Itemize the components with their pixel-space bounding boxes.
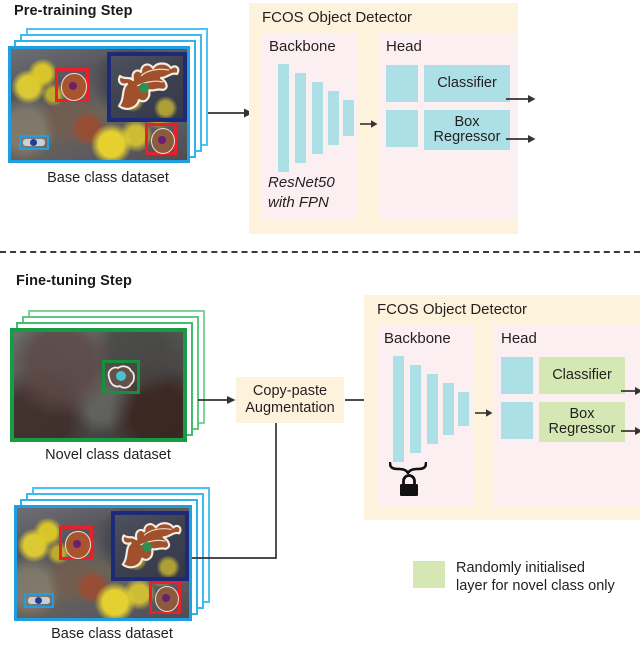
box-regressor-line2: Regressor <box>548 421 616 437</box>
keypoint-dot <box>116 371 126 381</box>
annotation-box-green <box>102 360 140 394</box>
backbone-layer-bar <box>295 73 306 163</box>
legend-line2: layer for novel class only <box>456 577 615 594</box>
backbone-layer-bar <box>312 82 323 154</box>
head-subpanel-finetuning: Head Classifier Box Regressor <box>494 326 640 506</box>
box-regressor-line2: Regressor <box>433 129 501 145</box>
head-label-finetuning: Head <box>501 330 537 347</box>
annotation-box-red <box>149 581 181 614</box>
fcos-detector-panel-finetuning: FCOS Object Detector Backbone Head Class… <box>364 295 640 520</box>
annotation-box-red <box>59 526 93 560</box>
backbone-layer-bar <box>458 392 469 426</box>
annotation-box-red <box>145 123 177 155</box>
head-subpanel-pretraining: Head Classifier Box Regressor <box>379 34 518 220</box>
annotation-box-navy <box>107 52 187 122</box>
box-regressor-box-pretraining: Box Regressor <box>424 110 510 150</box>
arrow-classifier-output-pretraining <box>506 95 536 103</box>
classifier-box-pretraining: Classifier <box>424 65 510 102</box>
arrow-box-regressor-output-pretraining <box>506 135 536 143</box>
backbone-layer-bar <box>427 374 438 444</box>
lock-icon <box>400 474 418 496</box>
base-class-photo <box>8 46 190 163</box>
annotation-box-cyan <box>24 593 54 608</box>
head-conv-block <box>386 110 418 147</box>
legend-line1: Randomly initialised <box>456 560 585 576</box>
fcos-detector-title-finetuning: FCOS Object Detector <box>377 301 528 318</box>
augmentation-line1: Copy-paste <box>252 383 328 400</box>
head-conv-block <box>386 65 418 102</box>
backbone-label-pretraining: Backbone <box>269 38 336 55</box>
fcos-detector-panel-pretraining: FCOS Object Detector Backbone ResNet50 w… <box>249 3 518 234</box>
novel-class-dataset-stack <box>10 310 206 442</box>
backbone-layer-bar <box>343 100 354 136</box>
box-regressor-line1: Box <box>569 406 595 423</box>
keypoint-dot <box>139 83 149 93</box>
keypoint-dot <box>162 594 170 602</box>
keypoint-dot <box>158 136 166 144</box>
backbone-layer-bar <box>393 356 404 462</box>
annotation-box-navy <box>111 511 189 581</box>
base-class-dataset-caption-finetuning: Base class dataset <box>51 626 173 642</box>
frozen-brace <box>389 462 427 474</box>
finetuning-step-title: Fine-tuning Step <box>16 273 132 289</box>
backbone-label-finetuning: Backbone <box>384 330 451 347</box>
arrow-backbone-to-head-pretraining <box>360 120 378 128</box>
head-label-pretraining: Head <box>386 38 422 55</box>
pretraining-step-title: Pre-training Step <box>14 3 133 19</box>
novel-class-dataset-caption: Novel class dataset <box>45 447 171 463</box>
augmentation-line2: Augmentation <box>245 400 335 416</box>
backbone-subpanel-pretraining: Backbone ResNet50 with FPN <box>262 34 358 220</box>
keypoint-dot <box>69 82 77 90</box>
keypoint-dot <box>30 139 37 146</box>
base-class-dataset-stack-pretraining <box>8 28 208 163</box>
box-regressor-line1: Box <box>454 114 480 131</box>
annotation-box-cyan <box>19 135 49 150</box>
backbone-subpanel-finetuning: Backbone <box>377 326 473 506</box>
box-regressor-box-finetuning: Box Regressor <box>539 402 625 442</box>
backbone-layer-bar <box>278 64 289 172</box>
section-divider <box>0 251 640 253</box>
novel-class-photo <box>10 328 187 442</box>
fcos-detector-title-pretraining: FCOS Object Detector <box>262 9 413 26</box>
annotation-box-red <box>55 68 89 102</box>
arrow-dataset-to-detector-pretraining <box>208 108 253 118</box>
backbone-note-line2-pretraining: with FPN <box>268 194 329 211</box>
classifier-box-finetuning: Classifier <box>539 357 625 394</box>
legend-swatch-novel-layer <box>413 561 445 588</box>
arrow-novel-to-augmentation <box>198 396 236 404</box>
base-class-dataset-caption-pretraining: Base class dataset <box>47 170 169 186</box>
backbone-note-line1-pretraining: ResNet50 <box>268 174 335 191</box>
backbone-layer-bar <box>443 383 454 435</box>
arrow-box-regressor-output-finetuning <box>621 427 640 435</box>
arrow-backbone-to-head-finetuning <box>475 409 493 417</box>
legend-text: Randomly initialised layer for novel cla… <box>456 560 636 595</box>
arrow-base-to-augmentation <box>192 410 281 559</box>
keypoint-dot <box>35 597 42 604</box>
arrow-classifier-output-finetuning <box>621 387 640 395</box>
head-conv-block <box>501 402 533 439</box>
backbone-layer-bar <box>410 365 421 453</box>
keypoint-dot <box>142 542 152 552</box>
head-conv-block <box>501 357 533 394</box>
keypoint-dot <box>73 540 81 548</box>
base-class-dataset-stack-finetuning <box>14 487 210 621</box>
backbone-layer-bar <box>328 91 339 145</box>
base-class-photo <box>14 505 192 621</box>
copy-paste-augmentation-box: Copy-paste Augmentation <box>236 377 344 423</box>
